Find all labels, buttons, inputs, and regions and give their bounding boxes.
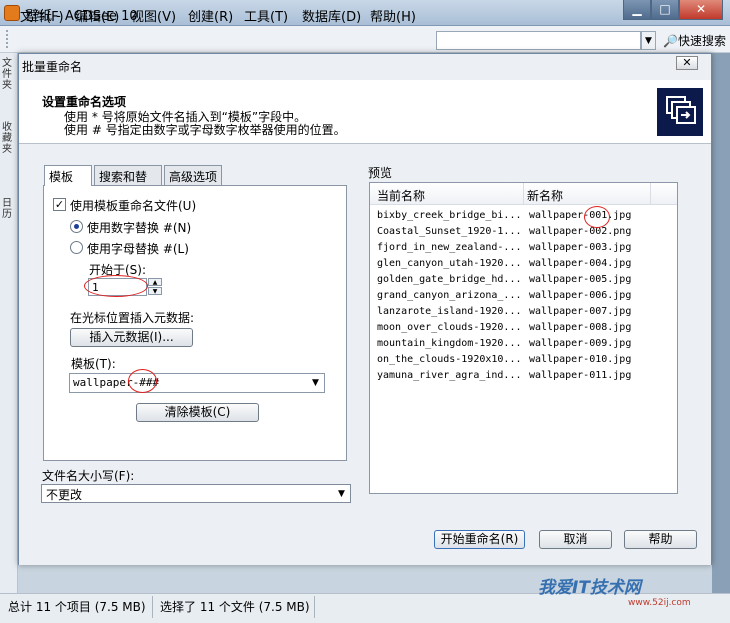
preview-new-name: wallpaper-004.jpg [529, 258, 632, 269]
template-input[interactable]: wallpaper-### [69, 373, 325, 393]
dialog-title: 批量重命名 [22, 60, 83, 74]
use-template-label: 使用模板重命名文件(U) [70, 199, 197, 213]
template-dropdown-icon[interactable]: ▼ [312, 378, 319, 388]
red-annotation-circle [584, 206, 610, 228]
preview-new-name: wallpaper-003.jpg [529, 242, 632, 253]
preview-new-name: wallpaper-007.jpg [529, 306, 632, 317]
quick-search-button[interactable]: 🔎快速搜索 [663, 32, 726, 49]
preview-new-name: wallpaper-011.jpg [529, 370, 632, 381]
preview-current-name: moon_over_clouds-1920... [377, 322, 522, 333]
status-total: 总计 11 个项目 (7.5 MB) [8, 600, 146, 614]
menu-edit[interactable]: 编辑(E) [75, 6, 119, 25]
close-button[interactable]: ✕ [679, 0, 723, 20]
maximize-button[interactable]: □ [651, 0, 679, 20]
preview-current-name: grand_canyon_arizona_... [377, 290, 522, 301]
status-divider [152, 596, 153, 618]
spin-up-button[interactable]: ▲ [148, 278, 162, 286]
preview-current-name: golden_gate_bridge_hd... [377, 274, 522, 285]
column-current-name[interactable]: 当前名称 [377, 183, 524, 205]
preview-current-name: on_the_clouds-1920x10... [377, 354, 522, 365]
clear-template-button[interactable]: 清除模板(C) [136, 403, 259, 422]
preview-new-name: wallpaper-009.jpg [529, 338, 632, 349]
preview-current-name: fjord_in_new_zealand-... [377, 242, 522, 253]
preview-current-name: bixby_creek_bridge_bi... [377, 210, 522, 221]
insert-metadata-label: 在光标位置插入元数据: [70, 311, 195, 325]
template-label: 模板(T): [71, 357, 116, 371]
red-annotation-circle [84, 275, 148, 297]
preview-current-name: lanzarote_island-1920... [377, 306, 522, 317]
tab-search-replace[interactable]: 搜索和替换 [94, 165, 162, 201]
menu-help[interactable]: 帮助(H) [370, 6, 416, 25]
preview-new-name: wallpaper-005.jpg [529, 274, 632, 285]
sidetab-calendar[interactable]: 日历 [2, 198, 16, 220]
dialog-close-button[interactable]: ✕ [676, 56, 698, 70]
help-button[interactable]: 帮助 [624, 530, 697, 549]
minimize-button[interactable]: ▁ [623, 0, 651, 20]
preview-new-name: wallpaper-008.jpg [529, 322, 632, 333]
insert-metadata-button[interactable]: 插入元数据(I)... [70, 328, 193, 347]
preview-current-name: glen_canyon_utah-1920... [377, 258, 522, 269]
preview-current-name: mountain_kingdom-1920... [377, 338, 522, 349]
sidetab-favorites[interactable]: 收藏夹 [2, 122, 16, 155]
site-watermark-url: www.52ij.com [628, 598, 691, 608]
magnifier-icon: 🔎 [663, 34, 678, 48]
site-watermark: 我爱IT技术网 [538, 578, 641, 598]
preview-new-name: wallpaper-010.jpg [529, 354, 632, 365]
quick-search-label: 快速搜索 [677, 34, 726, 48]
preview-label: 预览 [368, 166, 393, 180]
search-dropdown-button[interactable]: ▼ [641, 31, 656, 50]
tab-template[interactable]: 模板 [44, 165, 92, 186]
spin-down-button[interactable]: ▼ [148, 287, 162, 295]
menu-create[interactable]: 创建(R) [188, 6, 233, 25]
radio-alpha-label: 使用字母替换 #(L) [87, 242, 189, 256]
filename-case-label: 文件名大小写(F): [42, 469, 135, 483]
batch-rename-icon [657, 88, 703, 136]
quick-search-input[interactable] [436, 31, 641, 50]
menu-tools[interactable]: 工具(T) [244, 6, 288, 25]
use-template-checkbox[interactable]: ✓ [53, 198, 66, 211]
filename-case-select[interactable]: 不更改 [41, 484, 351, 503]
radio-alpha[interactable] [70, 241, 83, 254]
preview-current-name: yamuna_river_agra_ind... [377, 370, 522, 381]
preview-new-name: wallpaper-006.jpg [529, 290, 632, 301]
sidetab-folders[interactable]: 文件夹 [2, 58, 16, 91]
cancel-button[interactable]: 取消 [539, 530, 612, 549]
toolbar-grip [6, 30, 10, 48]
header-hint-2: 使用 # 号指定由数字或字母数字枚举器使用的位置。 [64, 123, 346, 137]
status-divider [314, 596, 315, 618]
menu-database[interactable]: 数据库(D) [302, 6, 361, 25]
radio-numeric-label: 使用数字替换 #(N) [87, 221, 192, 235]
radio-numeric[interactable] [70, 220, 83, 233]
menu-view[interactable]: 视图(V) [131, 6, 176, 25]
background-panel [712, 53, 730, 593]
acdsee-app-icon [4, 5, 20, 21]
preview-new-name: wallpaper-002.png [529, 226, 632, 237]
tab-advanced[interactable]: 高级选项 [164, 165, 222, 185]
case-dropdown-icon[interactable]: ▼ [338, 489, 345, 499]
preview-new-name: wallpaper-001.jpg [529, 210, 632, 221]
red-annotation-circle [128, 369, 157, 393]
preview-current-name: Coastal_Sunset_1920-1... [377, 226, 522, 237]
start-rename-button[interactable]: 开始重命名(R) [434, 530, 525, 549]
status-selected: 选择了 11 个文件 (7.5 MB) [160, 600, 310, 614]
column-new-name[interactable]: 新名称 [527, 183, 651, 205]
menu-file[interactable]: 文件(F) [20, 6, 64, 25]
